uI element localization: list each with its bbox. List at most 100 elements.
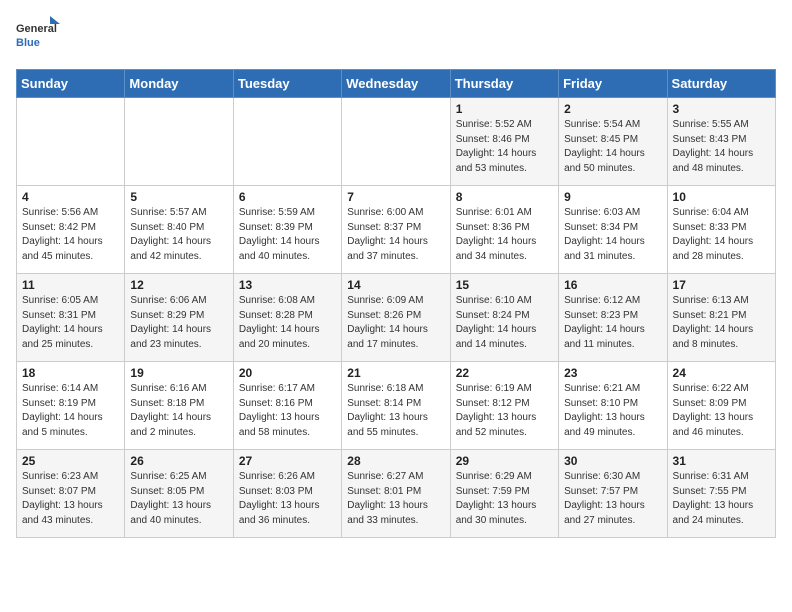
day-number: 31: [673, 454, 770, 468]
day-info: Sunrise: 5:55 AM Sunset: 8:43 PM Dayligh…: [673, 118, 770, 176]
day-number: 20: [239, 366, 336, 380]
day-number: 2: [564, 102, 661, 116]
day-cell: 12 Sunrise: 6:06 AM Sunset: 8:29 PM Dayli…: [125, 274, 233, 362]
day-cell: 8 Sunrise: 6:01 AM Sunset: 8:36 PM Daylig…: [450, 186, 558, 274]
day-number: 14: [347, 278, 444, 292]
day-info: Sunrise: 6:22 AM Sunset: 8:09 PM Dayligh…: [673, 382, 770, 440]
day-info: Sunrise: 5:59 AM Sunset: 8:39 PM Dayligh…: [239, 206, 336, 264]
day-cell: 19Sunrise: 6:16 AM Sunset: 8:18 PM Dayli…: [125, 362, 233, 450]
day-info: Sunrise: 6:10 AM Sunset: 8:24 PM Dayligh…: [456, 294, 553, 352]
day-number: 5: [130, 190, 227, 204]
header-cell-tuesday: Tuesday: [233, 70, 341, 98]
day-info: Sunrise: 6:14 AM Sunset: 8:19 PM Dayligh…: [22, 382, 119, 440]
day-cell: 23 Sunrise: 6:21 AM Sunset: 8:10 PM Dayli…: [559, 362, 667, 450]
logo-graphic: General Blue: [16, 16, 60, 57]
day-info: Sunrise: 6:03 AM Sunset: 8:34 PM Dayligh…: [564, 206, 661, 264]
day-cell: 15 Sunrise: 6:10 AM Sunset: 8:24 PM Dayli…: [450, 274, 558, 362]
day-cell: 10 Sunrise: 6:04 AM Sunset: 8:33 PM Dayli…: [667, 186, 775, 274]
day-info: Sunrise: 6:04 AM Sunset: 8:33 PM Dayligh…: [673, 206, 770, 264]
day-number: 28: [347, 454, 444, 468]
day-info: Sunrise: 6:13 AM Sunset: 8:21 PM Dayligh…: [673, 294, 770, 352]
day-cell: 29 Sunrise: 6:29 AM Sunset: 7:59 PM Dayli…: [450, 450, 558, 538]
day-number: 30: [564, 454, 661, 468]
day-number: 12: [130, 278, 227, 292]
week-row-2: 4 Sunrise: 5:56 AM Sunset: 8:42 PM Daylig…: [17, 186, 776, 274]
day-number: 23: [564, 366, 661, 380]
header-cell-friday: Friday: [559, 70, 667, 98]
day-number: 18: [22, 366, 119, 380]
day-cell: 14Sunrise: 6:09 AM Sunset: 8:26 PM Dayli…: [342, 274, 450, 362]
header-row: SundayMondayTuesdayWednesdayThursdayFrid…: [17, 70, 776, 98]
svg-text:Blue: Blue: [16, 37, 40, 49]
day-number: 8: [456, 190, 553, 204]
week-row-3: 11 Sunrise: 6:05 AM Sunset: 8:31 PM Dayli…: [17, 274, 776, 362]
header-cell-sunday: Sunday: [17, 70, 125, 98]
day-cell: 20 Sunrise: 6:17 AM Sunset: 8:16 PM Dayli…: [233, 362, 341, 450]
day-info: Sunrise: 6:21 AM Sunset: 8:10 PM Dayligh…: [564, 382, 661, 440]
calendar-header: SundayMondayTuesdayWednesdayThursdayFrid…: [17, 70, 776, 98]
week-row-4: 18 Sunrise: 6:14 AM Sunset: 8:19 PM Dayli…: [17, 362, 776, 450]
day-cell: [17, 98, 125, 186]
day-info: Sunrise: 6:05 AM Sunset: 8:31 PM Dayligh…: [22, 294, 119, 352]
day-number: 3: [673, 102, 770, 116]
day-cell: 24Sunrise: 6:22 AM Sunset: 8:09 PM Dayli…: [667, 362, 775, 450]
svg-text:General: General: [16, 23, 57, 35]
day-number: 10: [673, 190, 770, 204]
week-row-5: 25Sunrise: 6:23 AM Sunset: 8:07 PM Dayli…: [17, 450, 776, 538]
day-info: Sunrise: 6:17 AM Sunset: 8:16 PM Dayligh…: [239, 382, 336, 440]
header-cell-saturday: Saturday: [667, 70, 775, 98]
day-cell: 7 Sunrise: 6:00 AM Sunset: 8:37 PM Daylig…: [342, 186, 450, 274]
day-number: 4: [22, 190, 119, 204]
day-info: Sunrise: 6:18 AM Sunset: 8:14 PM Dayligh…: [347, 382, 444, 440]
day-info: Sunrise: 6:08 AM Sunset: 8:28 PM Dayligh…: [239, 294, 336, 352]
page-header: General Blue: [16, 16, 776, 57]
day-info: Sunrise: 6:29 AM Sunset: 7:59 PM Dayligh…: [456, 470, 553, 528]
header-cell-monday: Monday: [125, 70, 233, 98]
day-number: 27: [239, 454, 336, 468]
day-cell: 4 Sunrise: 5:56 AM Sunset: 8:42 PM Daylig…: [17, 186, 125, 274]
day-info: Sunrise: 6:19 AM Sunset: 8:12 PM Dayligh…: [456, 382, 553, 440]
day-number: 13: [239, 278, 336, 292]
day-cell: 16 Sunrise: 6:12 AM Sunset: 8:23 PM Dayli…: [559, 274, 667, 362]
day-number: 29: [456, 454, 553, 468]
day-number: 22: [456, 366, 553, 380]
day-info: Sunrise: 6:12 AM Sunset: 8:23 PM Dayligh…: [564, 294, 661, 352]
day-number: 7: [347, 190, 444, 204]
day-info: Sunrise: 5:56 AM Sunset: 8:42 PM Dayligh…: [22, 206, 119, 264]
day-info: Sunrise: 6:16 AM Sunset: 8:18 PM Dayligh…: [130, 382, 227, 440]
day-number: 9: [564, 190, 661, 204]
day-cell: 17 Sunrise: 6:13 AM Sunset: 8:21 PM Dayli…: [667, 274, 775, 362]
day-cell: 6Sunrise: 5:59 AM Sunset: 8:39 PM Daylig…: [233, 186, 341, 274]
day-number: 17: [673, 278, 770, 292]
day-info: Sunrise: 5:54 AM Sunset: 8:45 PM Dayligh…: [564, 118, 661, 176]
day-info: Sunrise: 5:57 AM Sunset: 8:40 PM Dayligh…: [130, 206, 227, 264]
day-number: 26: [130, 454, 227, 468]
day-info: Sunrise: 6:31 AM Sunset: 7:55 PM Dayligh…: [673, 470, 770, 528]
day-info: Sunrise: 6:00 AM Sunset: 8:37 PM Dayligh…: [347, 206, 444, 264]
calendar-table: SundayMondayTuesdayWednesdayThursdayFrid…: [16, 69, 776, 538]
day-cell: 22 Sunrise: 6:19 AM Sunset: 8:12 PM Dayli…: [450, 362, 558, 450]
day-cell: 28 Sunrise: 6:27 AM Sunset: 8:01 PM Dayli…: [342, 450, 450, 538]
day-cell: 18 Sunrise: 6:14 AM Sunset: 8:19 PM Dayli…: [17, 362, 125, 450]
week-row-1: 1Sunrise: 5:52 AM Sunset: 8:46 PM Daylig…: [17, 98, 776, 186]
day-info: Sunrise: 6:06 AM Sunset: 8:29 PM Dayligh…: [130, 294, 227, 352]
day-info: Sunrise: 6:26 AM Sunset: 8:03 PM Dayligh…: [239, 470, 336, 528]
day-info: Sunrise: 6:30 AM Sunset: 7:57 PM Dayligh…: [564, 470, 661, 528]
day-number: 16: [564, 278, 661, 292]
day-number: 11: [22, 278, 119, 292]
day-number: 15: [456, 278, 553, 292]
day-info: Sunrise: 6:27 AM Sunset: 8:01 PM Dayligh…: [347, 470, 444, 528]
day-cell: 1Sunrise: 5:52 AM Sunset: 8:46 PM Daylig…: [450, 98, 558, 186]
logo: General Blue: [16, 16, 64, 57]
day-cell: 21Sunrise: 6:18 AM Sunset: 8:14 PM Dayli…: [342, 362, 450, 450]
day-info: Sunrise: 6:01 AM Sunset: 8:36 PM Dayligh…: [456, 206, 553, 264]
day-cell: 3 Sunrise: 5:55 AM Sunset: 8:43 PM Daylig…: [667, 98, 775, 186]
day-cell: 5 Sunrise: 5:57 AM Sunset: 8:40 PM Daylig…: [125, 186, 233, 274]
day-number: 25: [22, 454, 119, 468]
day-cell: 2 Sunrise: 5:54 AM Sunset: 8:45 PM Daylig…: [559, 98, 667, 186]
day-cell: [125, 98, 233, 186]
day-cell: 11 Sunrise: 6:05 AM Sunset: 8:31 PM Dayli…: [17, 274, 125, 362]
header-cell-wednesday: Wednesday: [342, 70, 450, 98]
day-cell: 13 Sunrise: 6:08 AM Sunset: 8:28 PM Dayli…: [233, 274, 341, 362]
day-cell: 31 Sunrise: 6:31 AM Sunset: 7:55 PM Dayli…: [667, 450, 775, 538]
